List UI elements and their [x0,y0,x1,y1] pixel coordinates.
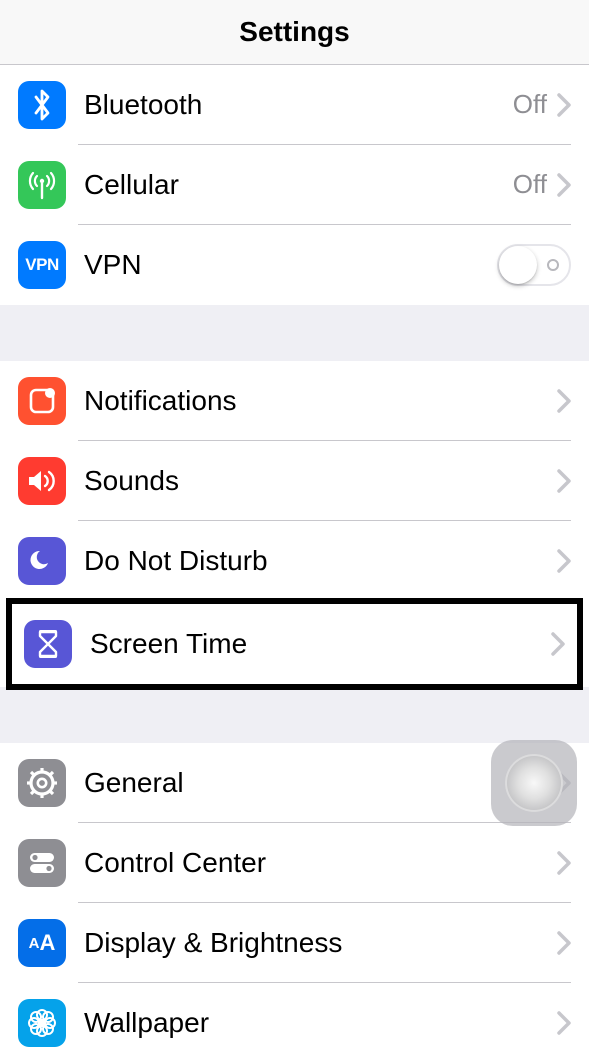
row-sounds[interactable]: Sounds [0,441,589,521]
row-cellular[interactable]: Cellular Off [0,145,589,225]
page-title: Settings [239,16,349,48]
row-label: Sounds [78,465,557,497]
row-label: Display & Brightness [78,927,557,959]
highlight-annotation: Screen Time [6,598,583,690]
row-label: VPN [78,249,497,281]
chevron-right-icon [551,632,565,656]
vpn-toggle[interactable] [497,244,571,286]
notifications-icon [18,377,66,425]
row-vpn[interactable]: VPN VPN [0,225,589,305]
toggle-off-indicator [547,259,559,271]
chevron-right-icon [557,469,571,493]
header: Settings [0,0,589,65]
row-label: Wallpaper [78,1007,557,1039]
section-connectivity: Bluetooth Off Cellular Off [0,65,589,305]
row-value: Off [513,169,547,200]
row-notifications[interactable]: Notifications [0,361,589,441]
section-notifications: Notifications Sounds Do [0,361,589,690]
vpn-icon: VPN [18,241,66,289]
row-label: Notifications [78,385,557,417]
chevron-right-icon [557,389,571,413]
row-wallpaper[interactable]: Wallpaper [0,983,589,1063]
section-gap [0,687,589,743]
section-gap [0,305,589,361]
row-control-center[interactable]: Control Center [0,823,589,903]
chevron-right-icon [557,549,571,573]
chevron-right-icon [557,931,571,955]
row-do-not-disturb[interactable]: Do Not Disturb [0,521,589,601]
row-value: Off [513,89,547,120]
wallpaper-icon [18,999,66,1047]
chevron-right-icon [557,851,571,875]
row-label: Do Not Disturb [78,545,557,577]
bluetooth-icon [18,81,66,129]
row-general[interactable]: General [0,743,589,823]
section-general: General Control Center AA [0,743,589,1063]
row-label: Bluetooth [78,89,513,121]
cellular-icon [18,161,66,209]
chevron-right-icon [557,93,571,117]
hourglass-icon [24,620,72,668]
gear-icon [18,759,66,807]
toggle-knob [499,246,537,284]
switches-icon [18,839,66,887]
row-label: Screen Time [84,628,551,660]
display-icon: AA [18,919,66,967]
sounds-icon [18,457,66,505]
row-display-brightness[interactable]: AA Display & Brightness [0,903,589,983]
row-label: General [78,767,557,799]
chevron-right-icon [557,173,571,197]
chevron-right-icon [557,1011,571,1035]
moon-icon [18,537,66,585]
row-label: Cellular [78,169,513,201]
row-label: Control Center [78,847,557,879]
row-bluetooth[interactable]: Bluetooth Off [0,65,589,145]
row-screen-time[interactable]: Screen Time [12,604,577,684]
chevron-right-icon [557,771,571,795]
